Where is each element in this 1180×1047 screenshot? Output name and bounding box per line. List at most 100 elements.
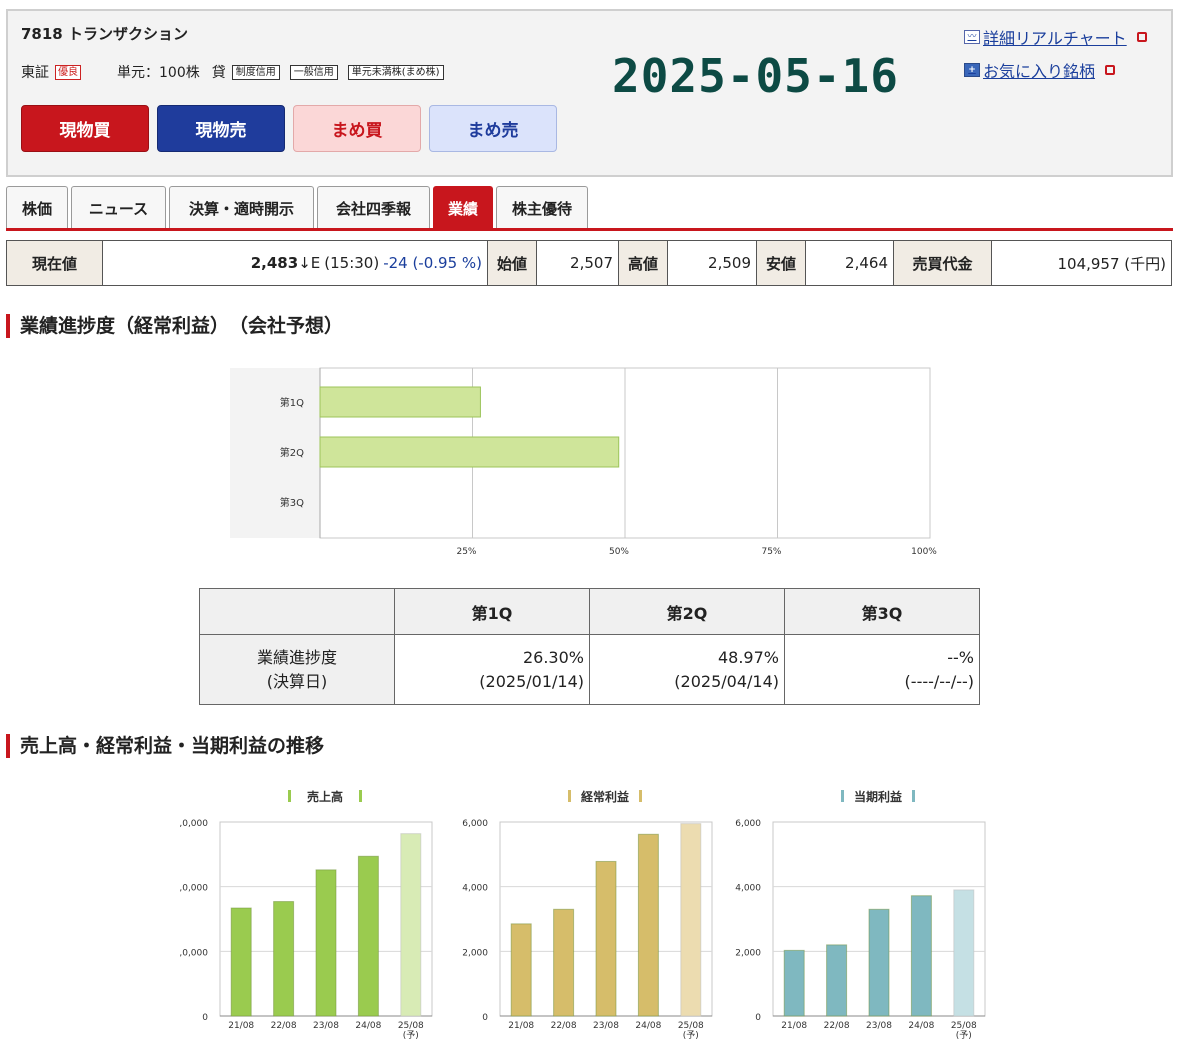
forecast-note: (予) <box>403 1030 419 1041</box>
data-bar <box>357 855 379 1017</box>
y-tick-label: 4,000 <box>462 884 488 894</box>
x-tick-label: 24/08 <box>908 1021 934 1031</box>
low-value: 2,464 <box>806 241 894 285</box>
ordinary-profit-chart: 経常利益 0 2,000 4,000 6,000 21/08 22/08 23/08 24/08… <box>462 789 713 1041</box>
data-bar <box>868 908 890 1017</box>
y-tick-label: 0 <box>202 1013 208 1023</box>
favorite-link-label: お気に入り銘柄 <box>983 62 1096 81</box>
turnover-label: 売買代金 <box>894 241 992 285</box>
chart-label-band <box>230 368 320 538</box>
progress-bar <box>319 386 481 418</box>
data-bar <box>680 823 702 1017</box>
mame-buy-button[interactable]: まめ買 <box>293 105 421 152</box>
y-tick-label: 6,000 <box>735 819 761 829</box>
x-tick-label: 21/08 <box>781 1021 807 1031</box>
settlement-date: (2025/01/14) <box>479 671 584 691</box>
progress-cell-q1: 26.30% (2025/01/14) <box>394 634 590 705</box>
price-bar: 現在値 2,483 ↓ E (15:30) -24 (-0.95 %) 始値 2… <box>6 240 1172 286</box>
price-flag: E <box>310 254 321 272</box>
lending-label: 貸 <box>211 65 226 81</box>
price-change: -24 (-0.95 %) <box>383 254 482 272</box>
x-tick-label: 100% <box>911 547 937 557</box>
tab-shareholder-benefits[interactable]: 株主優待 <box>496 186 588 229</box>
y-tick-label: 第1Q <box>280 396 304 409</box>
realtime-chart-link-label: 詳細リアルチャート <box>983 29 1127 48</box>
high-value: 2,509 <box>668 241 757 285</box>
x-tick-label: 21/08 <box>508 1021 534 1031</box>
y-tick-label: 2,000 <box>462 948 488 958</box>
x-tick-label: 25/08 <box>398 1021 424 1031</box>
progress-cell-q3: --% (----/--/--) <box>784 634 980 705</box>
y-tick-label: 0 <box>755 1013 761 1023</box>
net-profit-chart: 当期利益 0 2,000 4,000 6,000 21/08 22/08 23/08 24/08… <box>735 789 986 1041</box>
new-window-icon <box>1105 65 1116 75</box>
y-tick-label: 4,000 <box>735 884 761 894</box>
y-tick-label: ,0,000 <box>179 884 208 894</box>
data-bar <box>637 833 659 1017</box>
tab-performance[interactable]: 業績 <box>433 186 493 229</box>
chart-icon: 〰 <box>964 30 980 44</box>
chart-title: 当期利益 <box>854 789 902 804</box>
chart-title: 売上高 <box>307 789 343 804</box>
new-window-icon <box>1136 32 1147 42</box>
x-tick-label: 24/08 <box>355 1021 381 1031</box>
data-bar <box>595 860 617 1017</box>
column-header: 第3Q <box>784 588 980 635</box>
forecast-note: (予) <box>683 1030 699 1041</box>
spot-sell-button[interactable]: 現物売 <box>157 105 285 152</box>
tab-shikiho[interactable]: 会社四季報 <box>317 186 430 229</box>
spot-buy-button[interactable]: 現物買 <box>21 105 149 152</box>
title-marker <box>568 790 571 802</box>
data-bar <box>783 949 805 1017</box>
data-bar <box>953 889 975 1017</box>
progress-value: 48.97% <box>717 647 779 667</box>
settlement-date: (2025/04/14) <box>674 671 779 691</box>
date-stamp: 2025-05-16 <box>612 49 899 103</box>
column-header: 第2Q <box>589 588 785 635</box>
y-tick-label: ,0,000 <box>179 948 208 958</box>
data-bar <box>553 908 575 1017</box>
favorite-link[interactable]: + お気に入り銘柄 <box>964 60 1147 81</box>
x-tick-label: 22/08 <box>824 1021 850 1031</box>
x-tick-label: 25% <box>456 547 476 557</box>
table-corner-cell <box>199 588 395 635</box>
realtime-chart-link[interactable]: 〰 詳細リアルチャート <box>964 27 1147 48</box>
turnover-value: 104,957 (千円) <box>1057 254 1166 273</box>
trend-section-title: 売上高・経常利益・当期利益の推移 <box>6 734 324 758</box>
stock-meta-row: 東証 優良 単元：100株 貸 制度信用 一般信用 単元未満株(まめ株) <box>21 61 454 83</box>
current-price-label: 現在値 <box>7 241 103 285</box>
tab-bar: 株価 ニュース 決算・適時開示 会社四季報 業績 株主優待 <box>6 186 591 229</box>
tab-news[interactable]: ニュース <box>71 186 166 229</box>
data-bar <box>400 833 422 1017</box>
y-tick-label: 第3Q <box>280 496 304 509</box>
low-label: 安値 <box>757 241 806 285</box>
table-row: 業績進捗度 (決算日) 26.30% (2025/01/14) 48.97% (… <box>199 634 980 705</box>
progress-table: 第1Q 第2Q 第3Q 業績進捗度 (決算日) 26.30% (2025/01/… <box>199 588 980 705</box>
current-price-value: 2,483 <box>250 254 299 272</box>
x-tick-label: 24/08 <box>635 1021 661 1031</box>
row-label: 業績進捗度 (決算日) <box>199 634 395 705</box>
y-tick-label: 0 <box>482 1013 488 1023</box>
row-label-line: (決算日) <box>266 671 328 691</box>
chart-title: 経常利益 <box>581 789 629 804</box>
y-tick-label: 第2Q <box>280 446 304 459</box>
x-tick-label: 23/08 <box>313 1021 339 1031</box>
stock-header-panel: 7818 トランザクション 東証 優良 単元：100株 貸 制度信用 一般信用 … <box>6 9 1173 177</box>
title-marker <box>841 790 844 802</box>
column-header: 第1Q <box>394 588 590 635</box>
forecast-note: (予) <box>956 1030 972 1041</box>
tab-stock-price[interactable]: 株価 <box>6 186 68 229</box>
x-tick-label: 25/08 <box>951 1021 977 1031</box>
row-label-line: 業績進捗度 <box>256 647 337 667</box>
mame-sell-button[interactable]: まめ売 <box>429 105 557 152</box>
tab-disclosure[interactable]: 決算・適時開示 <box>169 186 314 229</box>
data-bar <box>315 869 337 1017</box>
x-tick-label: 75% <box>761 547 781 557</box>
y-tick-label: ,0,000 <box>179 819 208 829</box>
sales-chart: 売上高 0 ,0,000 ,0,000 ,0,000 21/08 22/08 23/08 24/… <box>179 789 433 1041</box>
margin-tag-ippan: 一般信用 <box>289 64 338 80</box>
unit-label: 単元：100株 <box>117 65 200 81</box>
open-label: 始値 <box>488 241 537 285</box>
progress-section-title: 業績進捗度（経常利益） （会社予想） <box>6 314 343 338</box>
table-header-row: 第1Q 第2Q 第3Q <box>199 588 980 635</box>
